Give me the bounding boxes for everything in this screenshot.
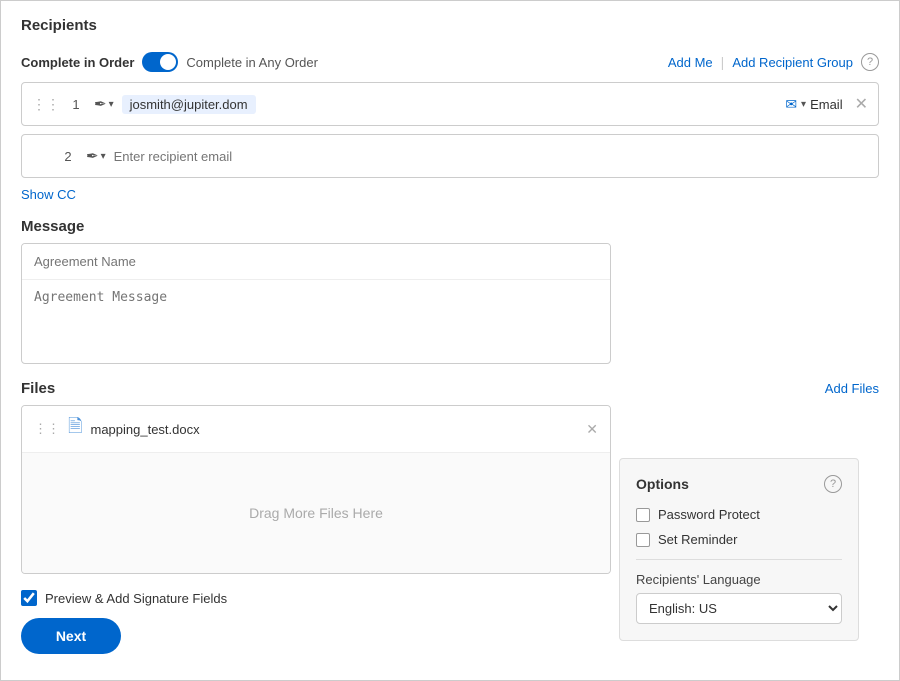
set-reminder-label: Set Reminder <box>658 532 737 547</box>
signer-pen-icon: ✒ <box>94 95 107 113</box>
options-help-icon[interactable]: ? <box>824 475 842 493</box>
preview-checkbox[interactable] <box>21 590 37 606</box>
file-remove-icon[interactable]: ✕ <box>586 421 598 438</box>
email-type-dropdown-arrow[interactable]: ▾ <box>801 99 806 110</box>
complete-any-order-label: Complete in Any Order <box>186 55 318 70</box>
add-files-link[interactable]: Add Files <box>825 381 879 396</box>
preview-label: Preview & Add Signature Fields <box>45 591 227 606</box>
drag-handle-1[interactable]: ⋮⋮ <box>32 96 60 113</box>
show-cc-link[interactable]: Show CC <box>21 187 76 202</box>
signer-pen-icon-2: ✒ <box>86 147 99 165</box>
recipient-email-input-2[interactable] <box>114 149 868 164</box>
add-recipient-group-link[interactable]: Add Recipient Group <box>732 55 853 70</box>
remove-recipient-1-icon[interactable]: ✕ <box>855 94 868 114</box>
envelope-icon: ✉ <box>785 96 797 113</box>
complete-in-order-label: Complete in Order <box>21 55 134 70</box>
message-section-title: Message <box>21 218 611 235</box>
language-label: Recipients' Language <box>636 572 842 587</box>
signer-type-dropdown-1[interactable]: ✒ ▾ <box>94 95 114 113</box>
recipients-title: Recipients <box>21 17 97 34</box>
signer-type-dropdown-2[interactable]: ✒ ▾ <box>86 147 106 165</box>
recipients-help-icon[interactable]: ? <box>861 53 879 71</box>
set-reminder-row: Set Reminder <box>636 532 842 547</box>
file-doc-icon: 🗎 <box>68 414 82 444</box>
recipient-row-2: 2 ✒ ▾ <box>21 134 879 178</box>
email-type-label: Email <box>810 97 843 112</box>
next-button[interactable]: Next <box>21 618 121 654</box>
options-title: Options <box>636 476 689 492</box>
message-area <box>21 243 611 364</box>
add-me-link[interactable]: Add Me <box>668 55 713 70</box>
recipient-number-1: 1 <box>66 97 86 112</box>
options-divider <box>636 559 842 560</box>
recipient-number-2: 2 <box>58 149 78 164</box>
recipient-email-filled-1[interactable]: josmith@jupiter.dom <box>122 95 256 114</box>
complete-order-toggle[interactable] <box>142 52 178 72</box>
files-area: ⋮⋮ 🗎 mapping_test.docx ✕ Drag More Files… <box>21 405 611 574</box>
file-drag-handle[interactable]: ⋮⋮ <box>34 421 60 437</box>
set-reminder-checkbox[interactable] <box>636 533 650 547</box>
file-row: ⋮⋮ 🗎 mapping_test.docx ✕ <box>22 406 610 453</box>
file-name: mapping_test.docx <box>90 422 586 437</box>
options-panel: Options ? Password Protect Set Reminder … <box>619 458 859 641</box>
drag-more-label: Drag More Files Here <box>249 505 383 521</box>
password-protect-row: Password Protect <box>636 507 842 522</box>
language-select[interactable]: English: US Spanish French German <box>636 593 842 624</box>
password-protect-checkbox[interactable] <box>636 508 650 522</box>
agreement-message-input[interactable] <box>22 280 610 360</box>
agreement-name-input[interactable] <box>22 244 610 280</box>
drag-more-area[interactable]: Drag More Files Here <box>22 453 610 573</box>
files-section-title: Files <box>21 380 55 397</box>
email-type-wrapper-1: ✉ ▾ Email <box>785 96 842 113</box>
recipient-row-1: ⋮⋮ 1 ✒ ▾ josmith@jupiter.dom ✉ ▾ Email ✕ <box>21 82 879 126</box>
chevron-down-icon: ▾ <box>109 99 114 110</box>
password-protect-label: Password Protect <box>658 507 760 522</box>
chevron-down-icon-2: ▾ <box>101 151 106 162</box>
